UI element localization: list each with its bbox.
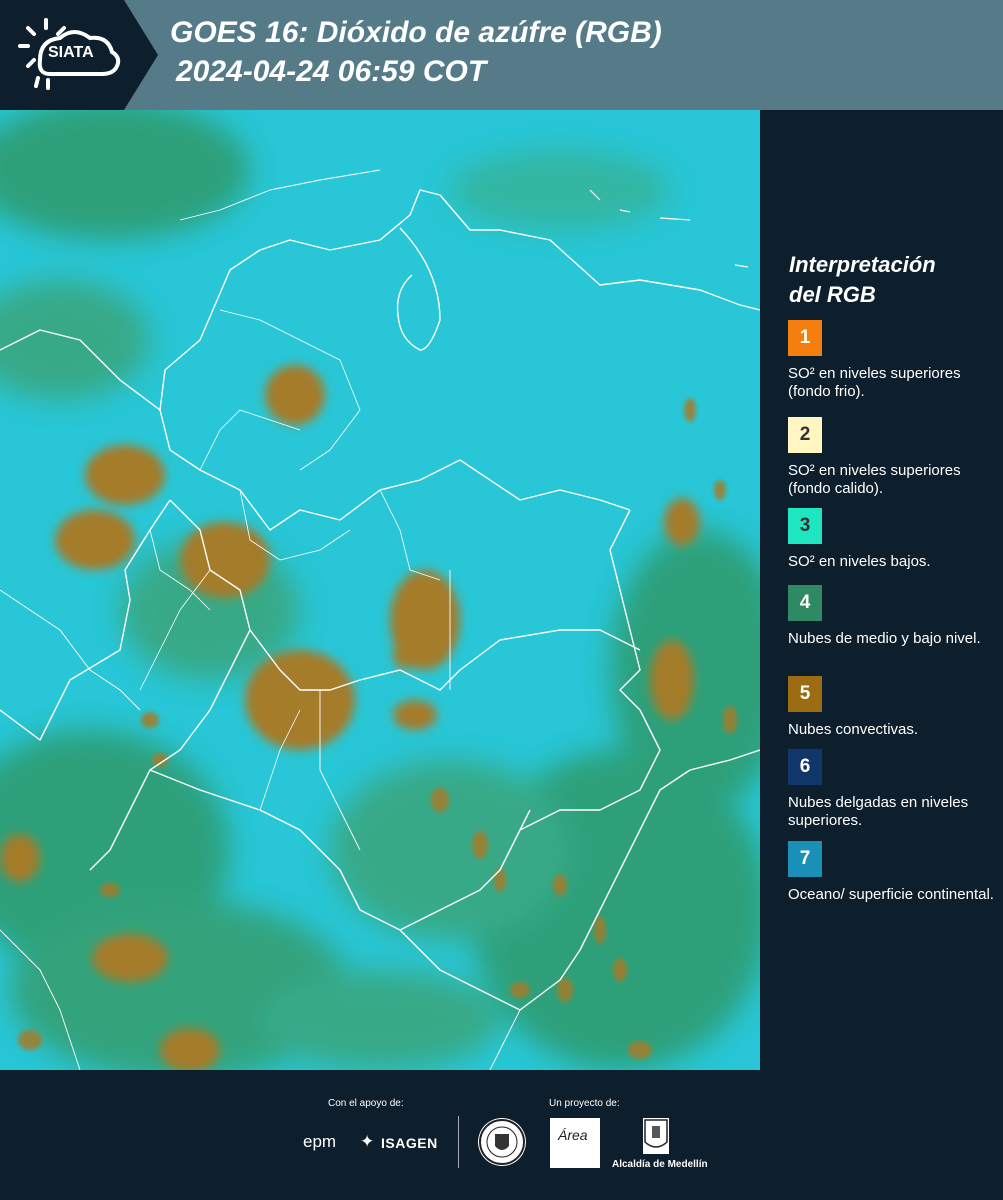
legend-swatch-2: 2 — [788, 417, 822, 453]
legend-number-5: 5 — [799, 683, 811, 704]
epm-logo: epm — [303, 1132, 337, 1151]
header-bar: SIATA GOES 16: Dióxido de azúfre (RGB) 2… — [0, 0, 1003, 110]
legend-number-7: 7 — [799, 848, 811, 869]
isagen-logo: ISAGEN — [381, 1135, 438, 1151]
medellin-seal-icon — [478, 1118, 526, 1166]
legend-text-1: SO² en niveles superiores (fondo frio). — [788, 365, 961, 400]
area-logo-word: Área — [558, 1127, 588, 1143]
legend-swatch-7: 7 — [788, 841, 822, 877]
siata-logo-text: SIATA — [48, 44, 94, 61]
legend-swatch-4: 4 — [788, 585, 822, 621]
legend-text-5: Nubes convectivas. — [788, 721, 919, 738]
legend-swatch-1: 1 — [788, 320, 822, 356]
legend-number-1: 1 — [799, 327, 811, 348]
legend-number-2: 2 — [799, 424, 811, 445]
legend-item-7: 7 Oceano/ superficie continental. — [788, 841, 998, 904]
legend-title-line2: del RGB — [789, 282, 876, 307]
legend-number-4: 4 — [799, 592, 811, 613]
logo-panel: SIATA — [0, 0, 158, 110]
footer-divider — [458, 1116, 459, 1168]
support-label: Con el apoyo de: — [328, 1098, 404, 1109]
legend-text-2: SO² en niveles superiores (fondo calido)… — [788, 462, 961, 497]
alcaldia-shield-icon — [643, 1118, 669, 1154]
legend-title-line1: Interpretación — [789, 252, 936, 277]
legend-title: Interpretación del RGB — [789, 250, 999, 310]
satellite-map — [0, 110, 760, 1070]
legend-text-3: SO² en niveles bajos. — [788, 553, 931, 570]
legend-item-6: 6 Nubes delgadas en niveles superiores. — [788, 749, 998, 830]
legend-item-5: 5 Nubes convectivas. — [788, 676, 998, 739]
legend-swatch-5: 5 — [788, 676, 822, 712]
isagen-mark-icon: ✦ — [360, 1132, 375, 1151]
area-metropolitana-logo: Área — [550, 1118, 600, 1168]
alcaldia-label: Alcaldía de Medellín — [612, 1159, 708, 1170]
legend-item-4: 4 Nubes de medio y bajo nivel. — [788, 585, 998, 648]
legend-item-2: 2 SO² en niveles superiores (fondo calid… — [788, 417, 998, 498]
legend-swatch-3: 3 — [788, 508, 822, 544]
footer-bar: Con el apoyo de: Un proyecto de: epm ✦ I… — [0, 1070, 1003, 1200]
legend-text-6: Nubes delgadas en niveles superiores. — [788, 794, 969, 829]
project-label: Un proyecto de: — [549, 1098, 620, 1109]
legend-number-3: 3 — [799, 515, 811, 536]
page-subtitle-datetime: 2024-04-24 06:59 COT — [176, 55, 487, 88]
legend-item-1: 1 SO² en niveles superiores (fondo frio)… — [788, 320, 998, 401]
legend-text-4: Nubes de medio y bajo nivel. — [788, 630, 981, 647]
satellite-rgb-image — [0, 110, 760, 1070]
legend-swatch-6: 6 — [788, 749, 822, 785]
legend-text-7: Oceano/ superficie continental. — [788, 886, 994, 903]
legend-panel: Interpretación del RGB 1 SO² en niveles … — [764, 110, 1003, 1070]
legend-item-3: 3 SO² en niveles bajos. — [788, 508, 998, 571]
legend-number-6: 6 — [799, 756, 811, 777]
page-title: GOES 16: Dióxido de azúfre (RGB) — [170, 16, 662, 49]
